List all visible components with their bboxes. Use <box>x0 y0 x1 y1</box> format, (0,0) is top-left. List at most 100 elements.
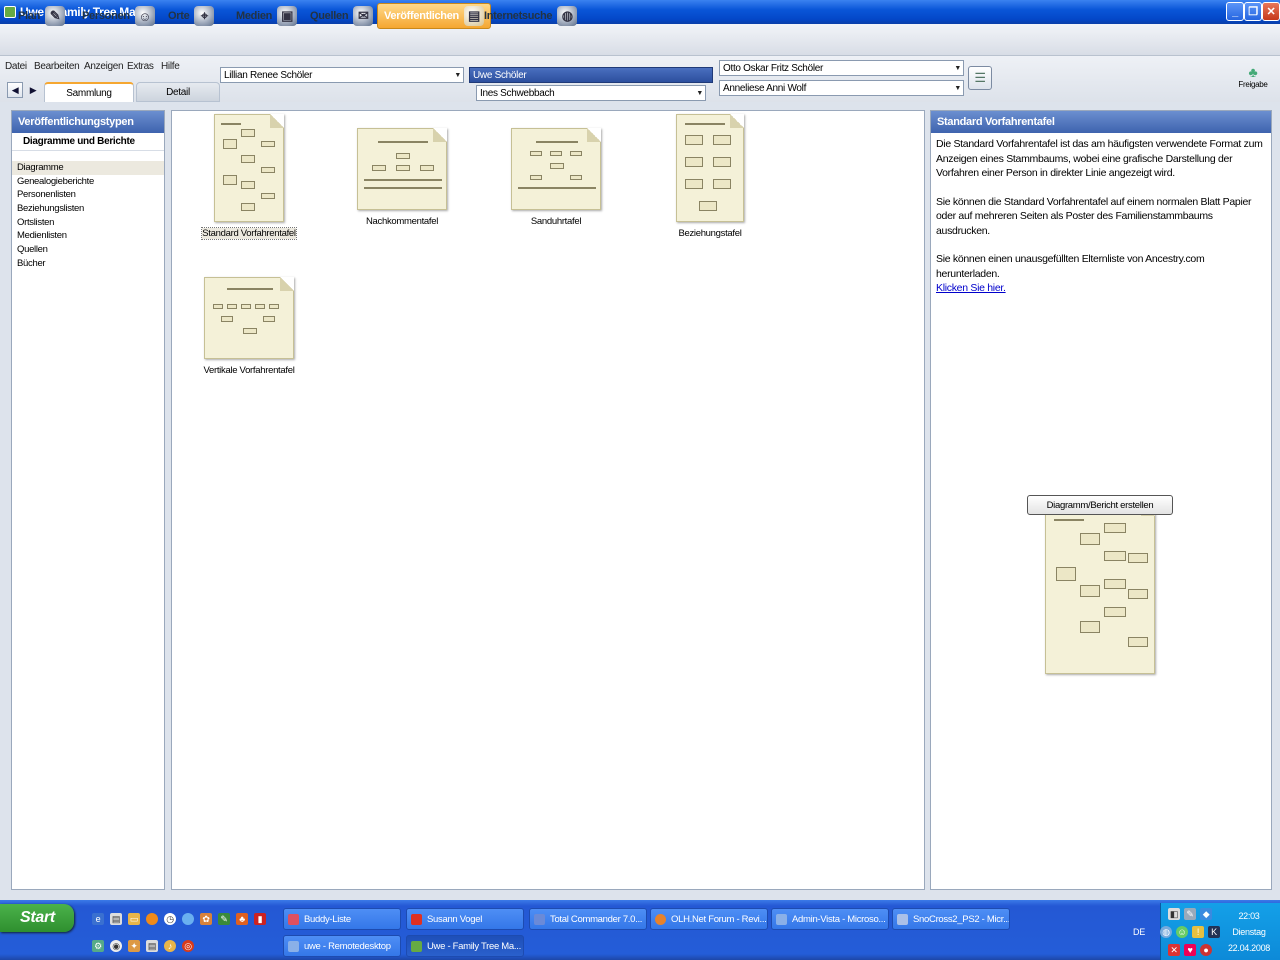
ftm-icon[interactable]: ♣ <box>236 913 248 925</box>
publication-type-list: Diagramme Genealogieberichte Personenlis… <box>12 151 164 271</box>
tool-icon[interactable]: ✿ <box>200 913 212 925</box>
toolbar-quellen-button[interactable]: Quellen ✉ <box>304 3 379 29</box>
chart-gallery-panel: Standard Vorfahrentafel Nachkommentafel … <box>171 110 925 890</box>
language-indicator[interactable]: DE <box>1133 927 1145 937</box>
toolbar-medien-button[interactable]: Medien ▣ <box>230 3 303 29</box>
media-player-icon[interactable]: ◉ <box>110 940 122 952</box>
chart-thumb-beziehungstafel[interactable]: Beziehungstafel <box>650 114 770 239</box>
chart-thumb-sanduhrtafel[interactable]: Sanduhrtafel <box>496 128 616 227</box>
description-paragraph: Sie können einen unausgefüllten Elternli… <box>936 253 1205 280</box>
family-group-button[interactable]: ☰ <box>968 66 992 90</box>
selected-person-field[interactable]: Uwe Schöler <box>469 67 713 83</box>
edit-icon[interactable]: ✎ <box>218 913 230 925</box>
tray-messenger-icon[interactable]: ☺ <box>1176 926 1188 938</box>
chevron-down-icon: ▼ <box>954 65 961 72</box>
share-button[interactable]: ♣ Freigabe <box>1234 64 1272 94</box>
list-item-buecher[interactable]: Bücher <box>12 257 164 271</box>
tray-stop-icon[interactable]: ● <box>1200 944 1212 956</box>
list-item-ortslisten[interactable]: Ortslisten <box>12 216 164 230</box>
toolbar-personen-button[interactable]: Personen ☺ <box>76 3 161 29</box>
taskbar-item-admin-vista[interactable]: Admin-Vista - Microso... <box>771 908 889 930</box>
right-panel-title: Standard Vorfahrentafel <box>931 111 1271 133</box>
clock-time: 22:03 <box>1238 911 1260 921</box>
start-button[interactable]: Start <box>0 904 74 932</box>
tray-app-icon[interactable]: ◆ <box>1200 908 1212 920</box>
chart-thumb-nachkommentafel[interactable]: Nachkommentafel <box>342 128 462 227</box>
taskbar-item-snocross[interactable]: SnoCross2_PS2 - Micr... <box>892 908 1010 930</box>
notepad-icon[interactable]: ▤ <box>110 913 122 925</box>
list-item-personenlisten[interactable]: Personenlisten <box>12 188 164 202</box>
close-button[interactable]: ✕ <box>1262 2 1280 21</box>
menu-datei[interactable]: Datei <box>5 61 27 72</box>
menu-hilfe[interactable]: Hilfe <box>161 61 180 72</box>
sources-icon: ✉ <box>353 6 374 26</box>
taskbar-item-susann-vogel[interactable]: Susann Vogel <box>406 908 524 930</box>
tray-k-icon[interactable]: K <box>1208 926 1220 938</box>
chevron-down-icon: ▼ <box>696 90 703 97</box>
taskbar-item-olh-forum[interactable]: OLH.Net Forum - Revi... <box>650 908 768 930</box>
toolbar-veroeffentlichen-button[interactable]: Veröffentlichen ▤ <box>377 3 491 29</box>
minimize-button[interactable]: _ <box>1226 2 1244 21</box>
menu-extras[interactable]: Extras <box>127 61 154 72</box>
download-link[interactable]: Klicken Sie hier. <box>936 281 1266 296</box>
browser-icon[interactable]: ◎ <box>182 940 194 952</box>
tray-network-icon[interactable]: ◧ <box>1168 908 1180 920</box>
person-combo[interactable]: Lillian Renee Schöler ▼ <box>220 67 464 83</box>
list-item-medienlisten[interactable]: Medienlisten <box>12 229 164 243</box>
create-chart-button[interactable]: Diagramm/Bericht erstellen <box>1027 495 1173 515</box>
clock-weekday: Dienstag <box>1232 927 1266 937</box>
app-icon[interactable]: ▮ <box>254 913 266 925</box>
forward-arrow-icon[interactable]: ▶ <box>25 82 41 98</box>
taskbar-item-family-tree-maker[interactable]: Uwe - Family Tree Ma... <box>406 935 524 957</box>
folder-icon[interactable]: ▭ <box>128 913 140 925</box>
spouse-combo[interactable]: Ines Schwebbach ▼ <box>476 85 706 101</box>
settings-icon[interactable]: ⚙ <box>92 940 104 952</box>
ie-icon[interactable]: e <box>92 913 104 925</box>
chart-preview-image <box>1045 501 1155 674</box>
chart-thumb-vertikale-vorfahrentafel[interactable]: Vertikale Vorfahrentafel <box>189 277 309 376</box>
plan-icon: ✎ <box>45 6 66 26</box>
list-item-diagramme[interactable]: Diagramme <box>12 161 164 175</box>
family-group-icon: ☰ <box>974 70 986 85</box>
toolbar-orte-button[interactable]: Orte ⌖ <box>162 3 220 29</box>
tray-alert-icon[interactable]: ✕ <box>1168 944 1180 956</box>
father-combo[interactable]: Otto Oskar Fritz Schöler ▼ <box>719 60 964 76</box>
taskbar-item-buddy-liste[interactable]: Buddy-Liste <box>283 908 401 930</box>
game-icon[interactable]: ✦ <box>128 940 140 952</box>
taskbar-item-total-commander[interactable]: Total Commander 7.0... <box>529 908 647 930</box>
taskbar-item-remotedesktop[interactable]: uwe - Remotedesktop <box>283 935 401 957</box>
chevron-down-icon: ▼ <box>954 85 961 92</box>
publication-types-panel: Veröffentlichungstypen Diagramme und Ber… <box>11 110 165 890</box>
tray-security-icon[interactable]: ! <box>1192 926 1204 938</box>
ftm-icon <box>411 940 422 952</box>
tab-sammlung[interactable]: Sammlung <box>44 82 134 102</box>
remote-desktop-icon <box>288 940 299 952</box>
messenger-icon[interactable] <box>182 913 194 925</box>
document-icon[interactable]: ▤ <box>146 940 158 952</box>
vm-icon <box>897 913 908 925</box>
chart-thumb-standard-vorfahrentafel[interactable]: Standard Vorfahrentafel <box>189 114 309 240</box>
back-arrow-icon[interactable]: ◀ <box>7 82 23 98</box>
toolbar-internetsuche-button[interactable]: Internetsuche ◍ <box>478 3 583 29</box>
disk-icon <box>534 913 545 925</box>
clock-icon[interactable]: ◷ <box>164 913 176 925</box>
tray-chat-icon[interactable]: ♥ <box>1184 944 1196 956</box>
menu-bearbeiten[interactable]: Bearbeiten <box>34 61 80 72</box>
firefox-icon[interactable] <box>146 913 158 925</box>
list-item-beziehungslisten[interactable]: Beziehungslisten <box>12 202 164 216</box>
tray-tool-icon[interactable]: ✎ <box>1184 908 1196 920</box>
tab-detail[interactable]: Detail <box>136 82 220 102</box>
maximize-button[interactable]: ❐ <box>1244 2 1262 21</box>
list-item-quellen[interactable]: Quellen <box>12 243 164 257</box>
tray-globe-icon[interactable]: ◍ <box>1160 926 1172 938</box>
tray-clock[interactable]: 22:03 Dienstag 22.04.2008 <box>1228 908 1270 956</box>
menu-anzeigen[interactable]: Anzeigen <box>84 61 124 72</box>
list-item-genealogieberichte[interactable]: Genealogieberichte <box>12 175 164 189</box>
vertical-pedigree-thumbnail <box>204 277 294 359</box>
toolbar-plan-button[interactable]: Plan ✎ <box>12 3 71 29</box>
chevron-down-icon: ▼ <box>454 72 461 79</box>
music-icon[interactable]: ♪ <box>164 940 176 952</box>
chart-caption: Standard Vorfahrentafel <box>201 227 297 240</box>
mother-combo[interactable]: Anneliese Anni Wolf ▼ <box>719 80 964 96</box>
buddy-icon <box>288 913 299 925</box>
